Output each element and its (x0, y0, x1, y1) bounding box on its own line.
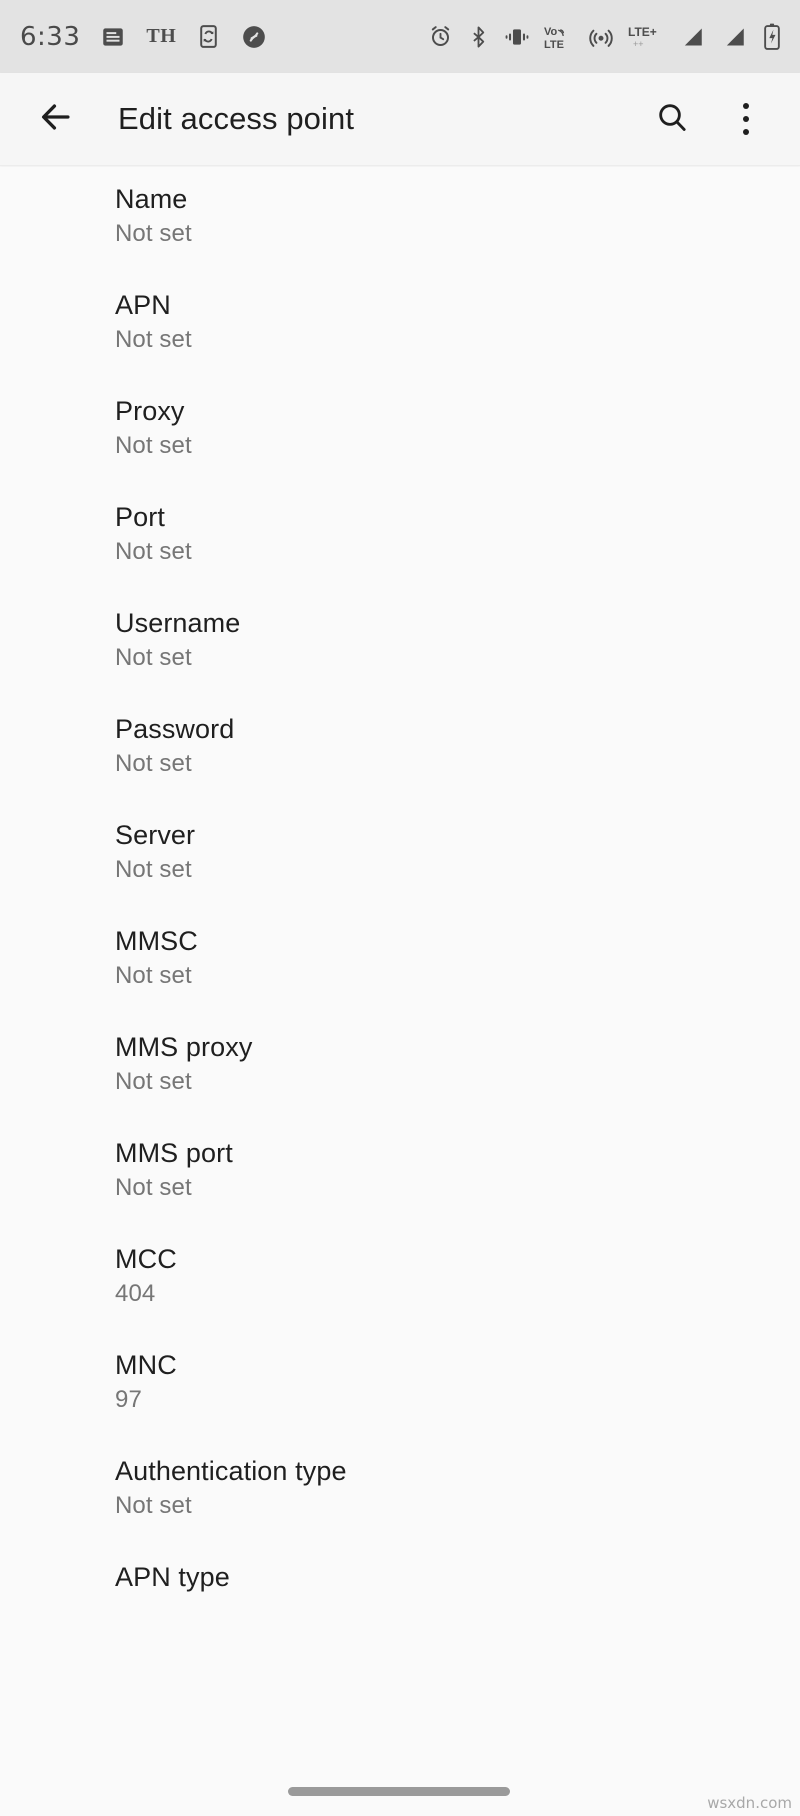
volte-icon: Vo LTE (544, 24, 574, 50)
svg-text:LTE: LTE (544, 39, 564, 50)
list-item[interactable]: MMS proxy Not set (0, 1015, 800, 1121)
battery-charging-icon (762, 23, 782, 50)
vibrate-icon (504, 24, 530, 50)
settings-list[interactable]: Name Not set APN Not set Proxy Not set Port Not… (0, 167, 800, 1816)
list-item-title: Proxy (115, 396, 185, 426)
lte-plus-icon: LTE+ ++ (628, 24, 664, 50)
svg-text:++: ++ (633, 39, 644, 49)
list-item-value: Not set (115, 432, 192, 459)
svg-text:LTE+: LTE+ (628, 25, 657, 39)
overflow-menu-button[interactable] (720, 93, 772, 145)
app-bar: Edit access point (0, 73, 800, 166)
app-bar-actions (646, 93, 772, 145)
list-item[interactable]: Authentication type Not set (0, 1439, 800, 1545)
list-item[interactable]: MNC 97 (0, 1333, 800, 1439)
list-item[interactable]: MCC 404 (0, 1227, 800, 1333)
list-item-value: Not set (115, 644, 192, 671)
list-item-title: MMS port (115, 1138, 233, 1168)
list-item-value: Not set (115, 856, 192, 883)
more-dot-2 (743, 116, 749, 122)
list-item-value: Not set (115, 326, 192, 353)
back-button[interactable] (30, 93, 82, 145)
phone-sync-icon (196, 24, 221, 49)
list-item[interactable]: APN type (0, 1545, 800, 1651)
list-item[interactable]: APN Not set (0, 273, 800, 379)
list-item-title: APN type (115, 1562, 230, 1592)
list-item[interactable]: Username Not set (0, 591, 800, 697)
page-title: Edit access point (118, 101, 355, 136)
more-dot-1 (743, 103, 749, 109)
arrow-back-icon (37, 98, 75, 141)
svg-text:Vo: Vo (544, 26, 558, 38)
list-item-title: APN (115, 290, 171, 320)
list-item-value: 97 (115, 1386, 142, 1413)
status-bar-right-group: Vo LTE LTE+ ++ (428, 23, 782, 50)
list-item[interactable]: Server Not set (0, 803, 800, 909)
list-item-title: MCC (115, 1244, 177, 1274)
list-item-value: Not set (115, 1174, 192, 1201)
status-bar-left-group: 6:33 TH (20, 22, 267, 52)
list-item-value: Not set (115, 1068, 192, 1095)
signal-bars-sim1-icon (678, 24, 706, 50)
search-icon (655, 100, 689, 139)
more-dot-3 (743, 129, 749, 135)
list-item-title: Server (115, 820, 196, 850)
list-item-title: MNC (115, 1350, 177, 1380)
phone-screen: 6:33 TH Vo LTE LTE+ ++ Edit access point… (0, 0, 800, 1816)
shazam-icon (241, 24, 267, 50)
status-bar-clock: 6:33 (20, 21, 81, 52)
list-item[interactable]: Port Not set (0, 485, 800, 591)
list-item[interactable]: MMS port Not set (0, 1121, 800, 1227)
list-item-value: Not set (115, 220, 192, 247)
list-item-value: 404 (115, 1280, 156, 1307)
more-vert-icon (743, 103, 749, 135)
news-icon (100, 24, 126, 50)
list-item-title: Port (115, 502, 165, 532)
list-item-title: Password (115, 714, 235, 744)
list-item-title: Username (115, 608, 241, 638)
hotspot-icon (588, 24, 614, 50)
site-watermark: wsxdn.com (707, 1794, 792, 1812)
list-item[interactable]: MMSC Not set (0, 909, 800, 1015)
bluetooth-icon (467, 25, 490, 48)
status-bar: 6:33 TH Vo LTE LTE+ ++ (0, 0, 800, 73)
signal-bars-sim2-icon (720, 24, 748, 50)
list-item[interactable]: Name Not set (0, 167, 800, 273)
list-item-value: Not set (115, 538, 192, 565)
list-item-value: Not set (115, 750, 192, 777)
list-item[interactable]: Proxy Not set (0, 379, 800, 485)
list-item-title: Name (115, 184, 188, 214)
th-text-icon: TH (146, 25, 177, 47)
list-item-title: MMS proxy (115, 1032, 253, 1062)
alarm-icon (428, 24, 453, 49)
list-item-value: Not set (115, 1492, 192, 1519)
search-button[interactable] (646, 93, 698, 145)
list-item-value: Not set (115, 962, 192, 989)
list-item[interactable]: Password Not set (0, 697, 800, 803)
list-item-title: MMSC (115, 926, 198, 956)
list-item-title: Authentication type (115, 1456, 347, 1486)
home-gesture-bar[interactable] (288, 1787, 510, 1796)
